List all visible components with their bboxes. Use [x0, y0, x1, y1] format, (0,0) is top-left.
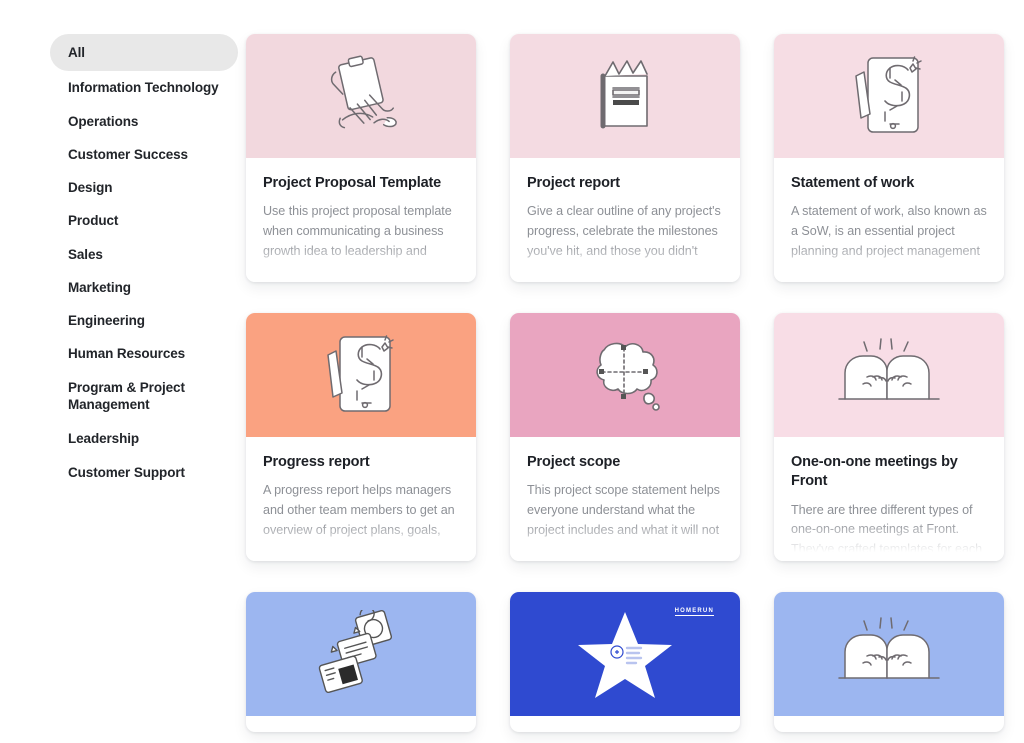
fist-bump-icon [838, 338, 940, 400]
card-banner [510, 313, 740, 437]
sidebar-item-leadership[interactable]: Leadership [50, 422, 238, 455]
sidebar-item-product[interactable]: Product [50, 204, 238, 237]
sidebar-item-label: Customer Support [68, 464, 185, 480]
template-card[interactable]: HOMERUN [510, 592, 740, 732]
sidebar-item-label: Human Resources [68, 346, 186, 362]
card-title: Project report [527, 175, 620, 191]
card-description: Give a clear outline of any project's pr… [527, 204, 721, 259]
tablet-s-path-icon [855, 56, 922, 133]
card-title: Progress report [263, 454, 370, 470]
sidebar-item-label: All [68, 45, 85, 60]
card-banner: HOMERUN [510, 592, 740, 716]
card-description: A statement of work, also known as a SoW… [791, 204, 987, 259]
sidebar-item-marketing[interactable]: Marketing [50, 271, 238, 304]
sidebar-item-label: Leadership [68, 431, 140, 447]
card-banner [510, 34, 740, 158]
card-description: There are three different types of one-o… [791, 502, 983, 557]
sidebar-item-label: Product [68, 213, 119, 229]
sidebar-item-label: Engineering [68, 313, 145, 329]
sidebar-item-customer-success[interactable]: Customer Success [50, 138, 238, 171]
card-body: One-on-one meetings by Front There are th… [774, 437, 1004, 561]
template-card[interactable] [246, 592, 476, 732]
sidebar-item-all[interactable]: All [50, 34, 238, 72]
card-title: One-on-one meetings by Front [791, 454, 958, 490]
open-book-icon [600, 60, 648, 129]
card-title: Project scope [527, 454, 621, 470]
template-card[interactable]: Project report Give a clear outline of an… [510, 34, 740, 282]
card-body: Statement of work A statement of work, al… [774, 158, 1004, 282]
card-description: This project scope statement helps every… [527, 483, 720, 538]
templates-content: Project Proposal Template Use this projec… [246, 0, 1024, 743]
card-banner [774, 313, 1004, 437]
template-card[interactable]: Project scope This project scope statemen… [510, 313, 740, 561]
sidebar-item-customer-support[interactable]: Customer Support [50, 456, 238, 489]
card-banner [774, 34, 1004, 158]
sidebar-item-label: Design [68, 180, 113, 196]
tablet-s-path-icon [327, 335, 394, 412]
category-sidebar: All Information Technology Operations Custo… [0, 0, 246, 743]
sidebar-item-engineering[interactable]: Engineering [50, 304, 238, 337]
sidebar-item-design[interactable]: Design [50, 171, 238, 204]
card-body: Project scope This project scope statemen… [510, 437, 740, 561]
template-card[interactable]: Progress report A progress report helps m… [246, 313, 476, 561]
sidebar-item-label: Sales [68, 246, 103, 262]
clipboard-hand-icon [330, 55, 397, 129]
card-banner [246, 313, 476, 437]
sidebar-item-information-technology[interactable]: Information Technology [50, 71, 238, 104]
card-body: Progress report A progress report helps m… [246, 437, 476, 561]
sidebar-item-operations[interactable]: Operations [50, 105, 238, 138]
sidebar-item-label: Marketing [68, 279, 131, 295]
card-body: Project Proposal Template Use this projec… [246, 158, 476, 282]
card-banner [246, 592, 476, 716]
card-description: Use this project proposal template when … [263, 204, 452, 259]
template-gallery-page: All Information Technology Operations Custo… [0, 0, 1024, 743]
sidebar-item-label: Operations [68, 113, 139, 129]
sidebar-item-label: Customer Success [68, 146, 188, 162]
card-title: Statement of work [791, 175, 915, 191]
star-homerun-icon [578, 612, 672, 698]
template-card[interactable]: Statement of work A statement of work, al… [774, 34, 1004, 282]
template-card[interactable]: Project Proposal Template Use this projec… [246, 34, 476, 282]
card-description: A progress report helps managers and oth… [263, 483, 455, 538]
sidebar-item-human-resources[interactable]: Human Resources [50, 337, 238, 370]
sidebar-item-sales[interactable]: Sales [50, 238, 238, 271]
card-banner [246, 34, 476, 158]
sidebar-item-program-project-management[interactable]: Program & Project Management [50, 371, 238, 423]
thought-bubble-ruler-icon [596, 342, 660, 411]
document-cards-icon [318, 610, 393, 694]
homerun-wordmark: HOMERUN [674, 608, 714, 616]
fist-bump-icon [838, 617, 940, 679]
sidebar-item-label: Information Technology [68, 80, 219, 96]
sidebar-item-label: Program & Project Management [68, 379, 185, 413]
template-card[interactable]: One-on-one meetings by Front There are th… [774, 313, 1004, 561]
card-title: Project Proposal Template [263, 175, 442, 191]
template-card[interactable] [774, 592, 1004, 732]
template-card-grid: Project Proposal Template Use this projec… [246, 34, 1006, 732]
card-banner [774, 592, 1004, 716]
card-body: Project report Give a clear outline of an… [510, 158, 740, 282]
